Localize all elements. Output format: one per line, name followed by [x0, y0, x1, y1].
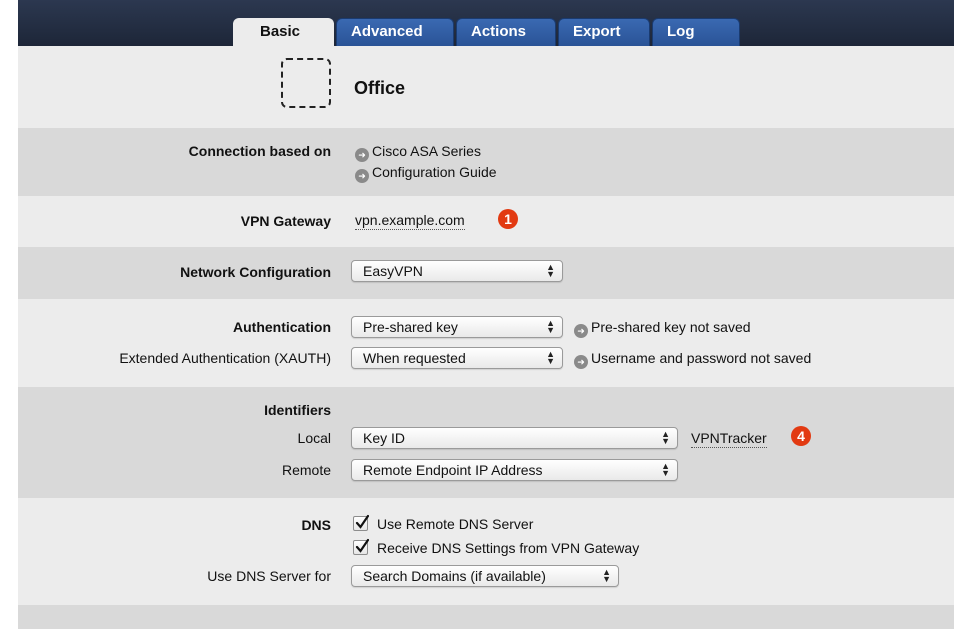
- use-remote-dns-checkbox[interactable]: [353, 514, 369, 531]
- auth-select[interactable]: Pre-shared key ▲ ▼: [351, 316, 563, 338]
- popup-arrows-icon: ▲ ▼: [546, 349, 555, 366]
- use-remote-dns-label[interactable]: Use Remote DNS Server: [377, 516, 533, 532]
- tab-advanced[interactable]: Advanced: [336, 18, 454, 46]
- connection-section: Connection based on ➜ Cisco ASA Series ➜ C…: [18, 128, 954, 196]
- callout-badge: 1: [498, 209, 518, 229]
- gateway-section: VPN Gateway vpn.example.com 1: [18, 196, 954, 247]
- popup-arrows-icon: ▲ ▼: [546, 318, 555, 335]
- vpn-config-window: Basic Advanced Actions Export Log Office…: [18, 0, 954, 629]
- popup-arrows-icon: ▲ ▼: [546, 262, 555, 279]
- local-label: Local: [297, 430, 331, 446]
- header-section: Office: [18, 46, 954, 128]
- popup-arrows-icon: ▲ ▼: [602, 567, 611, 584]
- gateway-value[interactable]: vpn.example.com: [355, 212, 465, 230]
- receive-dns-checkbox[interactable]: [353, 538, 369, 555]
- dns-server-select[interactable]: Search Domains (if available) ▲ ▼: [351, 565, 619, 587]
- dns-label: DNS: [301, 517, 331, 533]
- config-guide-link[interactable]: ➜ Configuration Guide: [355, 164, 497, 183]
- arrow-circle-icon: ➜: [574, 355, 588, 369]
- local-identifier-value[interactable]: VPNTracker: [691, 430, 767, 448]
- identifiers-label: Identifiers: [264, 402, 331, 418]
- dns-section: DNS Use Remote DNS Server Receive DNS Se…: [18, 498, 954, 605]
- network-section: Network Configuration EasyVPN ▲ ▼: [18, 247, 954, 299]
- popup-arrows-icon: ▲ ▼: [661, 429, 670, 446]
- remote-label: Remote: [281, 462, 331, 478]
- network-label: Network Configuration: [180, 264, 331, 280]
- gateway-label: VPN Gateway: [240, 213, 331, 229]
- tab-basic[interactable]: Basic: [233, 18, 334, 46]
- callout-badge: 4: [791, 426, 811, 446]
- xauth-label: Extended Authentication (XAUTH): [119, 350, 331, 366]
- dns-server-label: Use DNS Server for: [207, 568, 331, 584]
- auth-label: Authentication: [233, 319, 331, 335]
- xauth-note[interactable]: ➜ Username and password not saved: [574, 350, 811, 369]
- identifiers-section: Identifiers Local Key ID ▲ ▼ VPNTracker 4 …: [18, 387, 954, 498]
- authentication-section: Authentication Pre-shared key ▲ ▼ ➜ Pre-sha…: [18, 299, 954, 387]
- tab-log[interactable]: Log: [652, 18, 740, 46]
- arrow-circle-icon: ➜: [355, 169, 369, 183]
- remote-identifier-select[interactable]: Remote Endpoint IP Address ▲ ▼: [351, 459, 678, 481]
- tab-actions[interactable]: Actions: [456, 18, 556, 46]
- checkbox-checked-icon: [355, 538, 369, 553]
- tab-bar: Basic Advanced Actions Export Log: [18, 0, 954, 46]
- connection-name[interactable]: Office: [354, 78, 405, 99]
- checkbox-checked-icon: [355, 514, 369, 529]
- connection-label: Connection based on: [188, 143, 331, 159]
- cisco-asa-link[interactable]: ➜ Cisco ASA Series: [355, 143, 481, 162]
- tab-export[interactable]: Export: [558, 18, 650, 46]
- network-select[interactable]: EasyVPN ▲ ▼: [351, 260, 563, 282]
- arrow-circle-icon: ➜: [574, 324, 588, 338]
- xauth-select[interactable]: When requested ▲ ▼: [351, 347, 563, 369]
- connection-icon-placeholder[interactable]: [281, 58, 331, 108]
- arrow-circle-icon: ➜: [355, 148, 369, 162]
- receive-dns-label[interactable]: Receive DNS Settings from VPN Gateway: [377, 540, 639, 556]
- footer-band: [18, 605, 954, 629]
- auth-note[interactable]: ➜ Pre-shared key not saved: [574, 319, 751, 338]
- local-identifier-select[interactable]: Key ID ▲ ▼: [351, 427, 678, 449]
- popup-arrows-icon: ▲ ▼: [661, 461, 670, 478]
